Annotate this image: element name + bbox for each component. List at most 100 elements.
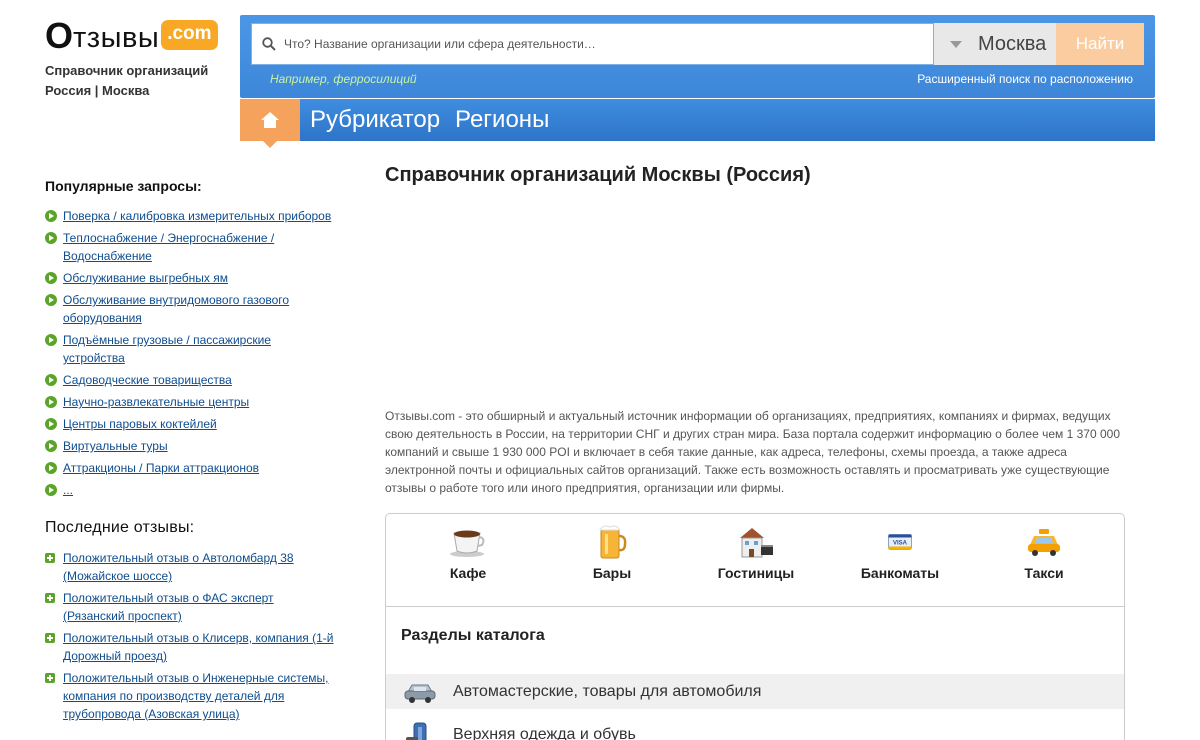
dropdown-arrow-icon [950, 40, 962, 48]
popular-query-link[interactable]: Центры паровых коктейлей [63, 417, 217, 431]
popular-query-link[interactable]: Обслуживание выгребных ям [63, 271, 228, 285]
hotel-building-icon [737, 522, 775, 562]
catalog-sections: Автомастерские, товары для автомобиля Ве… [386, 674, 1124, 740]
plus-icon [45, 593, 55, 603]
review-link[interactable]: Положительный отзыв о ФАС эксперт (Рязан… [63, 591, 274, 623]
car-icon [403, 680, 437, 704]
popular-queries-title: Популярные запросы: [45, 178, 202, 194]
catalog-section-label: Автомастерские, товары для автомобиля [453, 682, 762, 700]
popular-query-link[interactable]: Аттракционы / Парки аттракционов [63, 461, 259, 475]
nav-regions[interactable]: Регионы [455, 106, 549, 134]
popular-query-item: Теплоснабжение / Энергоснабжение / Водос… [45, 229, 335, 265]
site-logo[interactable]: О тзывы .com Справочник организаций Росс… [45, 14, 235, 101]
quick-link-label: Банкоматы [860, 565, 940, 581]
coffee-cup-icon [449, 522, 487, 562]
city-name: Москва [978, 32, 1047, 55]
latest-reviews-list: Положительный отзыв о Автоломбард 38 (Мо… [45, 549, 335, 723]
catalog-section-clothing[interactable]: Верхняя одежда и обувь [386, 717, 1124, 740]
logo-first-letter: О [45, 15, 74, 56]
home-icon [261, 112, 279, 128]
quick-link-label: Кафе [449, 565, 487, 581]
quick-link-label: Бары [592, 565, 632, 581]
main-nav: Рубрикатор Регионы [240, 99, 1155, 148]
taxi-car-icon [1026, 522, 1062, 562]
popular-query-item: Подъёмные грузовые / пассажирские устрой… [45, 331, 335, 367]
arrow-bullet-icon [45, 334, 57, 346]
review-item: Положительный отзыв о Инженерные системы… [45, 669, 335, 723]
popular-query-link[interactable]: Поверка / калибровка измерительных прибо… [63, 209, 331, 223]
quick-link-atms[interactable]: VISA Банкоматы [828, 514, 972, 606]
search-input[interactable] [284, 37, 924, 51]
arrow-bullet-icon [45, 462, 57, 474]
review-link[interactable]: Положительный отзыв о Инженерные системы… [63, 671, 329, 721]
home-button[interactable] [240, 99, 300, 148]
sidebar: Популярные запросы: Поверка / калибровка… [45, 178, 335, 727]
popular-query-link[interactable]: Теплоснабжение / Энергоснабжение / Водос… [63, 231, 274, 263]
catalog-section-label: Верхняя одежда и обувь [453, 725, 636, 740]
nav-rubricator[interactable]: Рубрикатор [310, 106, 440, 134]
page-description: Отзывы.com - это обширный и актуальный и… [385, 409, 1120, 495]
plus-icon [45, 673, 55, 683]
quick-link-label: Гостиницы [717, 565, 795, 581]
review-link[interactable]: Положительный отзыв о Автоломбард 38 (Мо… [63, 551, 294, 583]
logo-subtitle-line1: Справочник организаций [45, 63, 209, 78]
arrow-bullet-icon [45, 484, 57, 496]
popular-query-item: Обслуживание выгребных ям [45, 269, 335, 287]
search-icon [262, 37, 276, 51]
catalog-title: Разделы каталога [401, 627, 545, 644]
beer-mug-icon [597, 522, 627, 562]
clothing-icon [403, 721, 437, 740]
popular-query-more-link[interactable]: ... [63, 483, 73, 497]
popular-query-link[interactable]: Садоводческие товарищества [63, 373, 232, 387]
arrow-bullet-icon [45, 374, 57, 386]
visa-card-icon: VISA [888, 522, 912, 562]
quick-link-label: Такси [1024, 565, 1064, 581]
city-select[interactable]: Москва [934, 23, 1056, 65]
search-panel: Москва Найти Например, ферросилиций Расш… [240, 15, 1155, 98]
popular-query-item: ... [45, 481, 335, 499]
popular-query-item: Садоводческие товарищества [45, 371, 335, 389]
popular-query-item: Аттракционы / Парки аттракционов [45, 459, 335, 477]
latest-reviews-title: Последние отзывы: [45, 519, 195, 536]
popular-queries-list: Поверка / калибровка измерительных прибо… [45, 207, 335, 499]
popular-query-link[interactable]: Виртуальные туры [63, 439, 168, 453]
quick-link-bars[interactable]: Бары [540, 514, 684, 606]
popular-query-item: Виртуальные туры [45, 437, 335, 455]
review-item: Положительный отзыв о Автоломбард 38 (Мо… [45, 549, 335, 585]
page-title: Справочник организаций Москвы (Россия) [385, 164, 811, 186]
advanced-search-link[interactable]: Расширенный поиск по расположению [917, 72, 1133, 86]
arrow-bullet-icon [45, 232, 57, 244]
plus-icon [45, 553, 55, 563]
arrow-bullet-icon [45, 272, 57, 284]
svg-text:VISA: VISA [893, 541, 908, 547]
search-field[interactable] [251, 23, 934, 65]
logo-badge: .com [161, 20, 218, 50]
quick-link-taxi[interactable]: Такси [972, 514, 1116, 606]
logo-text: тзывы [73, 22, 160, 54]
review-link[interactable]: Положительный отзыв о Клисерв, компания … [63, 631, 333, 663]
arrow-bullet-icon [45, 294, 57, 306]
search-button[interactable]: Найти [1056, 23, 1144, 65]
arrow-bullet-icon [45, 396, 57, 408]
review-item: Положительный отзыв о Клисерв, компания … [45, 629, 335, 665]
popular-query-item: Научно-развлекательные центры [45, 393, 335, 411]
header: Москва Найти Например, ферросилиций Расш… [240, 15, 1155, 148]
popular-query-item: Центры паровых коктейлей [45, 415, 335, 433]
catalog-card: Кафе Бары Гостиницы VISA Банкоматы Такси… [385, 513, 1125, 740]
arrow-bullet-icon [45, 418, 57, 430]
arrow-bullet-icon [45, 440, 57, 452]
quick-link-hotels[interactable]: Гостиницы [684, 514, 828, 606]
arrow-bullet-icon [45, 210, 57, 222]
catalog-section-auto[interactable]: Автомастерские, товары для автомобиля [386, 674, 1124, 709]
quick-link-cafe[interactable]: Кафе [396, 514, 540, 606]
popular-query-item: Поверка / калибровка измерительных прибо… [45, 207, 335, 225]
logo-subtitle-line2: Россия | Москва [45, 83, 150, 98]
review-item: Положительный отзыв о ФАС эксперт (Рязан… [45, 589, 335, 625]
quick-links: Кафе Бары Гостиницы VISA Банкоматы Такси [386, 514, 1124, 607]
popular-query-link[interactable]: Подъёмные грузовые / пассажирские устрой… [63, 333, 271, 365]
popular-query-link[interactable]: Научно-развлекательные центры [63, 395, 249, 409]
popular-query-item: Обслуживание внутридомового газового обо… [45, 291, 335, 327]
search-example[interactable]: Например, ферросилиций [270, 72, 417, 86]
popular-query-link[interactable]: Обслуживание внутридомового газового обо… [63, 293, 289, 325]
plus-icon [45, 633, 55, 643]
